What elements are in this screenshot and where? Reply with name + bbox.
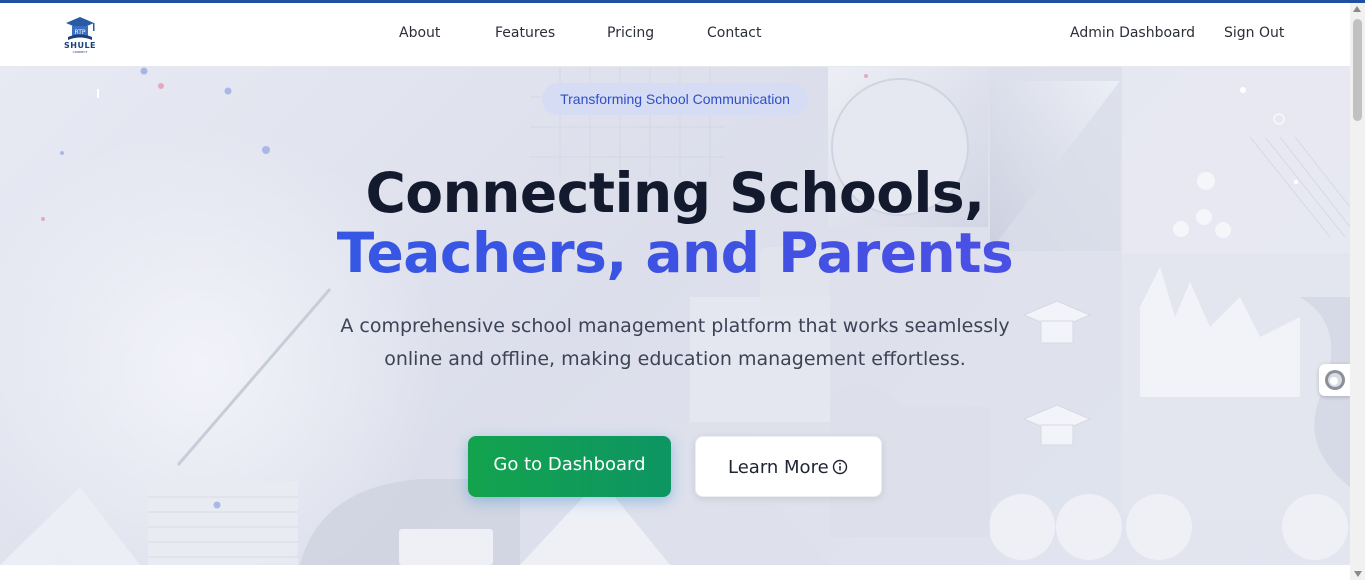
logo[interactable]: RTP SHULE CONNECT: [60, 15, 100, 55]
logo-text: SHULE: [63, 41, 96, 50]
nav-link-pricing[interactable]: Pricing: [607, 25, 654, 41]
hero-title-line1: Connecting Schools,: [365, 161, 985, 225]
hero-section: Transforming School Communication Connec…: [0, 67, 1350, 565]
hero-title-line2: Teachers, and Parents: [0, 221, 1350, 285]
svg-text:RTP: RTP: [74, 29, 85, 36]
learn-more-label: Learn More: [728, 457, 829, 478]
learn-more-button[interactable]: Learn More: [695, 436, 882, 497]
go-to-dashboard-button[interactable]: Go to Dashboard: [468, 436, 671, 497]
nav-link-features[interactable]: Features: [495, 25, 555, 41]
info-icon: [832, 459, 848, 475]
admin-dashboard-link[interactable]: Admin Dashboard: [1070, 25, 1195, 41]
accessibility-widget-icon: [1325, 370, 1345, 390]
scroll-up-arrow-icon[interactable]: [1353, 6, 1361, 12]
school-logo-icon: RTP: [66, 17, 95, 40]
hero-subtitle: A comprehensive school management platfo…: [325, 310, 1025, 376]
sign-out-link[interactable]: Sign Out: [1224, 25, 1284, 41]
hero-subtitle-line2: online and offline, making education man…: [384, 348, 966, 370]
scroll-down-arrow-icon[interactable]: [1354, 571, 1362, 577]
navbar: RTP SHULE CONNECT About Features Pricing…: [0, 3, 1350, 67]
accessibility-widget-button[interactable]: [1319, 364, 1351, 396]
hero-subtitle-line1: A comprehensive school management platfo…: [340, 315, 1010, 337]
bottom-strip: [0, 565, 1350, 580]
page-scrollbar[interactable]: [1350, 3, 1365, 580]
logo-subtext: CONNECT: [72, 50, 88, 54]
hero-badge: Transforming School Communication: [542, 83, 808, 115]
nav-link-contact[interactable]: Contact: [707, 25, 761, 41]
nav-link-about[interactable]: About: [399, 25, 440, 41]
scrollbar-thumb[interactable]: [1353, 19, 1362, 121]
